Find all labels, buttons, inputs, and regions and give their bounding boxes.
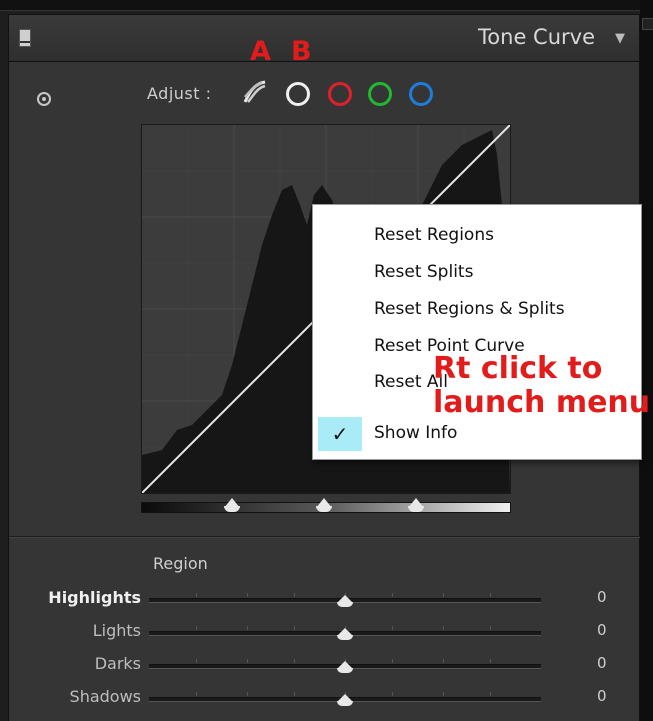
slider-tick bbox=[392, 593, 394, 597]
panel-collapse-icon[interactable] bbox=[19, 29, 31, 47]
slider-tick bbox=[443, 692, 444, 696]
tone-curve-header[interactable]: Tone Curve ▼ bbox=[8, 14, 640, 62]
slider-row: Lights 0 bbox=[9, 621, 641, 647]
slider-tick bbox=[196, 692, 198, 696]
top-bar bbox=[0, 0, 653, 11]
slider-value: 0 bbox=[597, 621, 607, 639]
slider-track[interactable] bbox=[149, 593, 541, 607]
slider-row: Highlights 0 bbox=[9, 588, 641, 614]
slider-tick bbox=[247, 593, 248, 597]
menu-item-label: Reset Regions & Splits bbox=[374, 299, 565, 319]
slider-label: Highlights bbox=[48, 588, 141, 607]
blue-channel-icon[interactable] bbox=[409, 82, 433, 106]
callout-line-2: launch menu bbox=[433, 385, 651, 420]
adjust-label: Adjust : bbox=[147, 84, 212, 103]
slider-tick bbox=[392, 692, 394, 696]
slider-thumb[interactable] bbox=[337, 694, 353, 706]
slider-thumb[interactable] bbox=[337, 595, 353, 607]
slider-tick bbox=[490, 659, 492, 663]
panel-menu-arrow-icon[interactable]: ▼ bbox=[615, 31, 625, 46]
slider-value: 0 bbox=[597, 588, 607, 606]
slider-tick bbox=[294, 692, 296, 696]
slider-value: 0 bbox=[597, 654, 607, 672]
menu-item-label: Reset Regions bbox=[374, 225, 494, 245]
rgb-channel-icon[interactable] bbox=[286, 82, 310, 106]
region-title: Region bbox=[153, 554, 208, 573]
menu-item-label: Show Info bbox=[374, 423, 458, 443]
menu-item[interactable]: Reset Regions bbox=[313, 219, 641, 253]
slider-tick bbox=[247, 659, 248, 663]
section-divider bbox=[9, 536, 641, 538]
green-channel-icon[interactable] bbox=[368, 82, 392, 106]
slider-track[interactable] bbox=[149, 626, 541, 640]
split-handle-highlights[interactable] bbox=[408, 498, 424, 512]
slider-track[interactable] bbox=[149, 692, 541, 706]
slider-tick bbox=[392, 626, 394, 630]
callout-line-1: Rt click to bbox=[433, 351, 603, 386]
context-menu: Reset Regions Reset Splits Reset Regions &… bbox=[312, 204, 642, 460]
slider-tick bbox=[490, 692, 492, 696]
annotation-a: A bbox=[250, 36, 271, 67]
targeted-adjustment-icon[interactable] bbox=[37, 92, 51, 106]
slider-tick bbox=[196, 593, 198, 597]
lightroom-develop-panel: Tone Curve ▼ Adjust : A B Region Highlig… bbox=[0, 0, 653, 721]
slider-tick bbox=[294, 626, 296, 630]
red-channel-icon[interactable] bbox=[328, 82, 352, 106]
menu-item[interactable]: Reset Splits bbox=[313, 256, 641, 290]
slider-thumb[interactable] bbox=[337, 628, 353, 640]
slider-label: Darks bbox=[94, 654, 141, 673]
slider-track[interactable] bbox=[149, 659, 541, 673]
menu-item-label: Reset Splits bbox=[374, 262, 474, 282]
slider-label: Lights bbox=[92, 621, 141, 640]
checkmark-icon: ✓ bbox=[318, 417, 362, 451]
split-handle-midtones[interactable] bbox=[316, 498, 332, 512]
menu-item[interactable]: ✓ Show Info bbox=[313, 417, 641, 451]
slider-tick bbox=[294, 593, 296, 597]
slider-label: Shadows bbox=[69, 687, 141, 706]
callout-annotation: Rt click to launch menu bbox=[433, 352, 650, 420]
panel-title: Tone Curve bbox=[478, 25, 595, 49]
slider-row: Darks 0 bbox=[9, 654, 641, 680]
split-handle-shadows[interactable] bbox=[224, 498, 240, 512]
slider-thumb[interactable] bbox=[337, 661, 353, 673]
slider-tick bbox=[294, 659, 296, 663]
parametric-curve-icon[interactable] bbox=[243, 80, 267, 104]
slider-value: 0 bbox=[597, 687, 607, 705]
slider-tick bbox=[247, 692, 248, 696]
slider-row: Shadows 0 bbox=[9, 687, 641, 713]
scroll-button[interactable] bbox=[642, 18, 653, 30]
slider-tick bbox=[443, 626, 444, 630]
slider-tick bbox=[247, 626, 248, 630]
slider-tick bbox=[490, 626, 492, 630]
slider-tick bbox=[196, 626, 198, 630]
slider-tick bbox=[196, 659, 198, 663]
menu-item[interactable]: Reset Regions & Splits bbox=[313, 293, 641, 327]
slider-tick bbox=[490, 593, 492, 597]
annotation-b: B bbox=[291, 36, 312, 67]
slider-tick bbox=[392, 659, 394, 663]
slider-tick bbox=[443, 593, 444, 597]
slider-tick bbox=[443, 659, 444, 663]
